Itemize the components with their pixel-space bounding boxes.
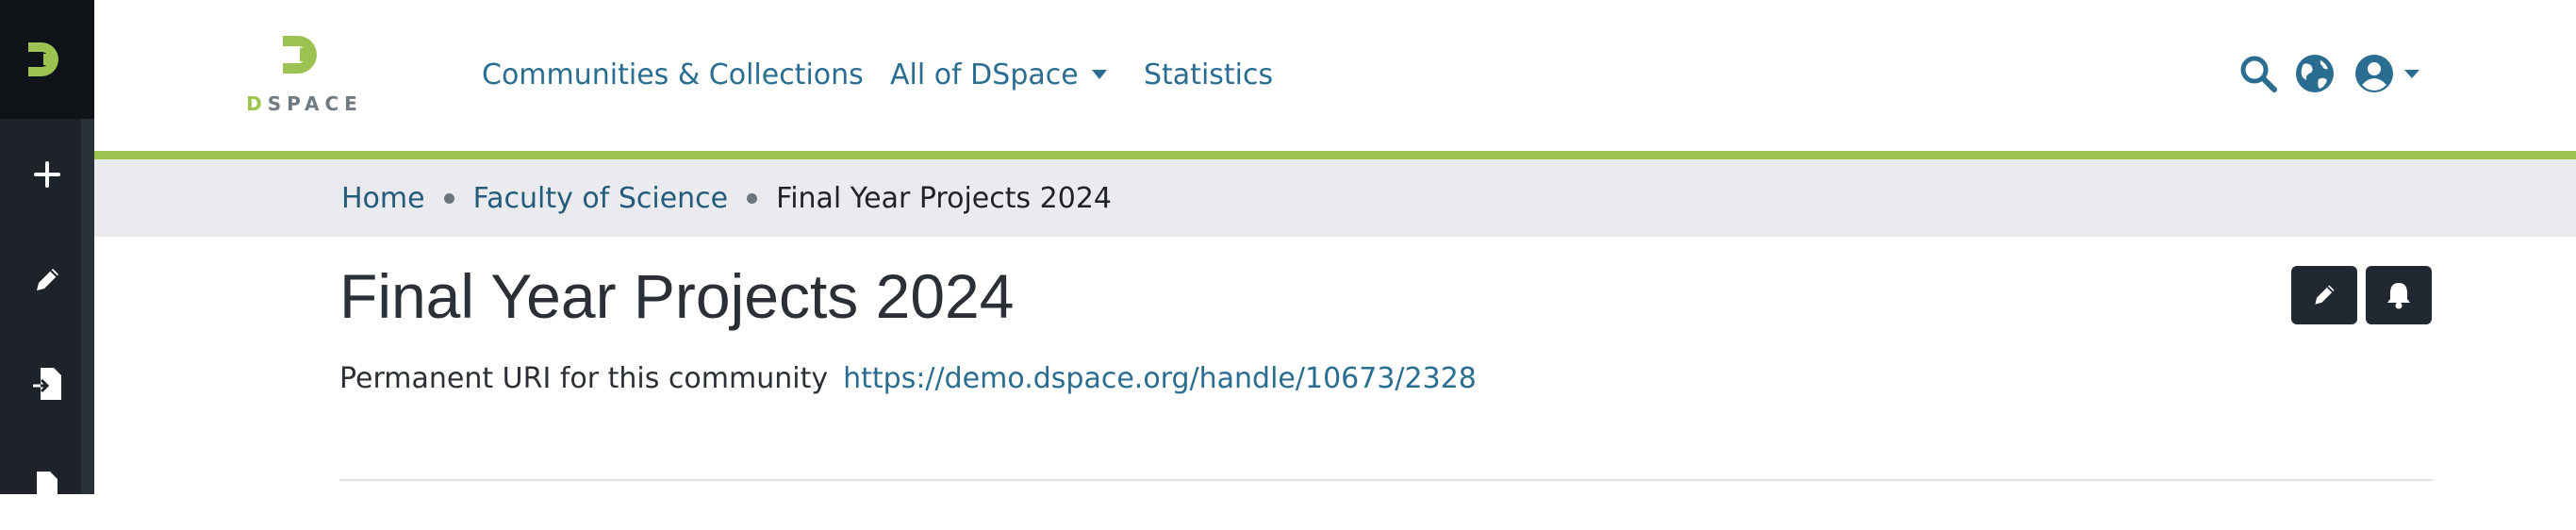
pencil-icon (37, 269, 58, 290)
site-header (94, 0, 2576, 151)
nav-all-of-dspace[interactable]: All of DSpace (890, 52, 1107, 97)
search-button[interactable] (2238, 53, 2278, 94)
header-accent-bar (94, 151, 2576, 159)
dspace-logo-icon (283, 36, 317, 74)
permanent-uri-link[interactable]: https://demo.dspace.org/handle/10673/232… (843, 362, 1477, 395)
breadcrumb-faculty-of-science[interactable]: Faculty of Science (473, 182, 729, 215)
permanent-uri: Permanent URI for this community https://… (339, 362, 1477, 395)
dspace-wordmark: DSPACE (246, 92, 363, 115)
breadcrumb-separator (443, 192, 454, 204)
sidebar-item-export[interactable] (0, 445, 94, 530)
breadcrumb-home[interactable]: Home (341, 182, 425, 215)
sidebar-item-import[interactable] (0, 341, 94, 426)
nav-label: All of DSpace (890, 58, 1079, 91)
chevron-down-icon (2404, 69, 2419, 78)
sidebar-scrollbar[interactable] (81, 119, 94, 494)
content-divider (339, 479, 2433, 481)
language-globe-icon (2296, 55, 2334, 92)
file-import-icon (33, 368, 61, 400)
user-menu-button[interactable] (2353, 53, 2419, 94)
breadcrumb: Home Faculty of Science Final Year Proje… (94, 159, 2576, 237)
plus-icon (34, 161, 60, 188)
dspace-brand-logo[interactable]: DSPACE (243, 32, 366, 119)
user-account-icon (2355, 55, 2393, 92)
breadcrumb-separator (747, 192, 758, 204)
nav-label: Statistics (1144, 58, 1274, 91)
permanent-uri-label: Permanent URI for this community (339, 362, 829, 395)
breadcrumb-current: Final Year Projects 2024 (776, 181, 1113, 215)
pencil-icon (2315, 285, 2335, 305)
language-switch-button[interactable] (2294, 53, 2336, 94)
nav-label: Communities & Collections (482, 58, 864, 91)
chevron-down-icon (1091, 70, 1107, 79)
page-title: Final Year Projects 2024 (339, 261, 1015, 331)
sidebar-item-new[interactable] (0, 132, 94, 217)
file-export-icon (37, 472, 58, 504)
sidebar-item-edit[interactable] (0, 238, 94, 323)
nav-communities-collections[interactable]: Communities & Collections (482, 52, 864, 97)
nav-statistics[interactable]: Statistics (1144, 52, 1273, 97)
search-icon (2240, 56, 2277, 92)
admin-sidebar (0, 0, 94, 504)
bell-icon (2387, 283, 2410, 309)
dspace-logo-icon (28, 42, 58, 76)
subscribe-button[interactable] (2366, 266, 2432, 324)
sidebar-logo[interactable] (0, 0, 94, 119)
edit-community-button[interactable] (2291, 266, 2357, 324)
